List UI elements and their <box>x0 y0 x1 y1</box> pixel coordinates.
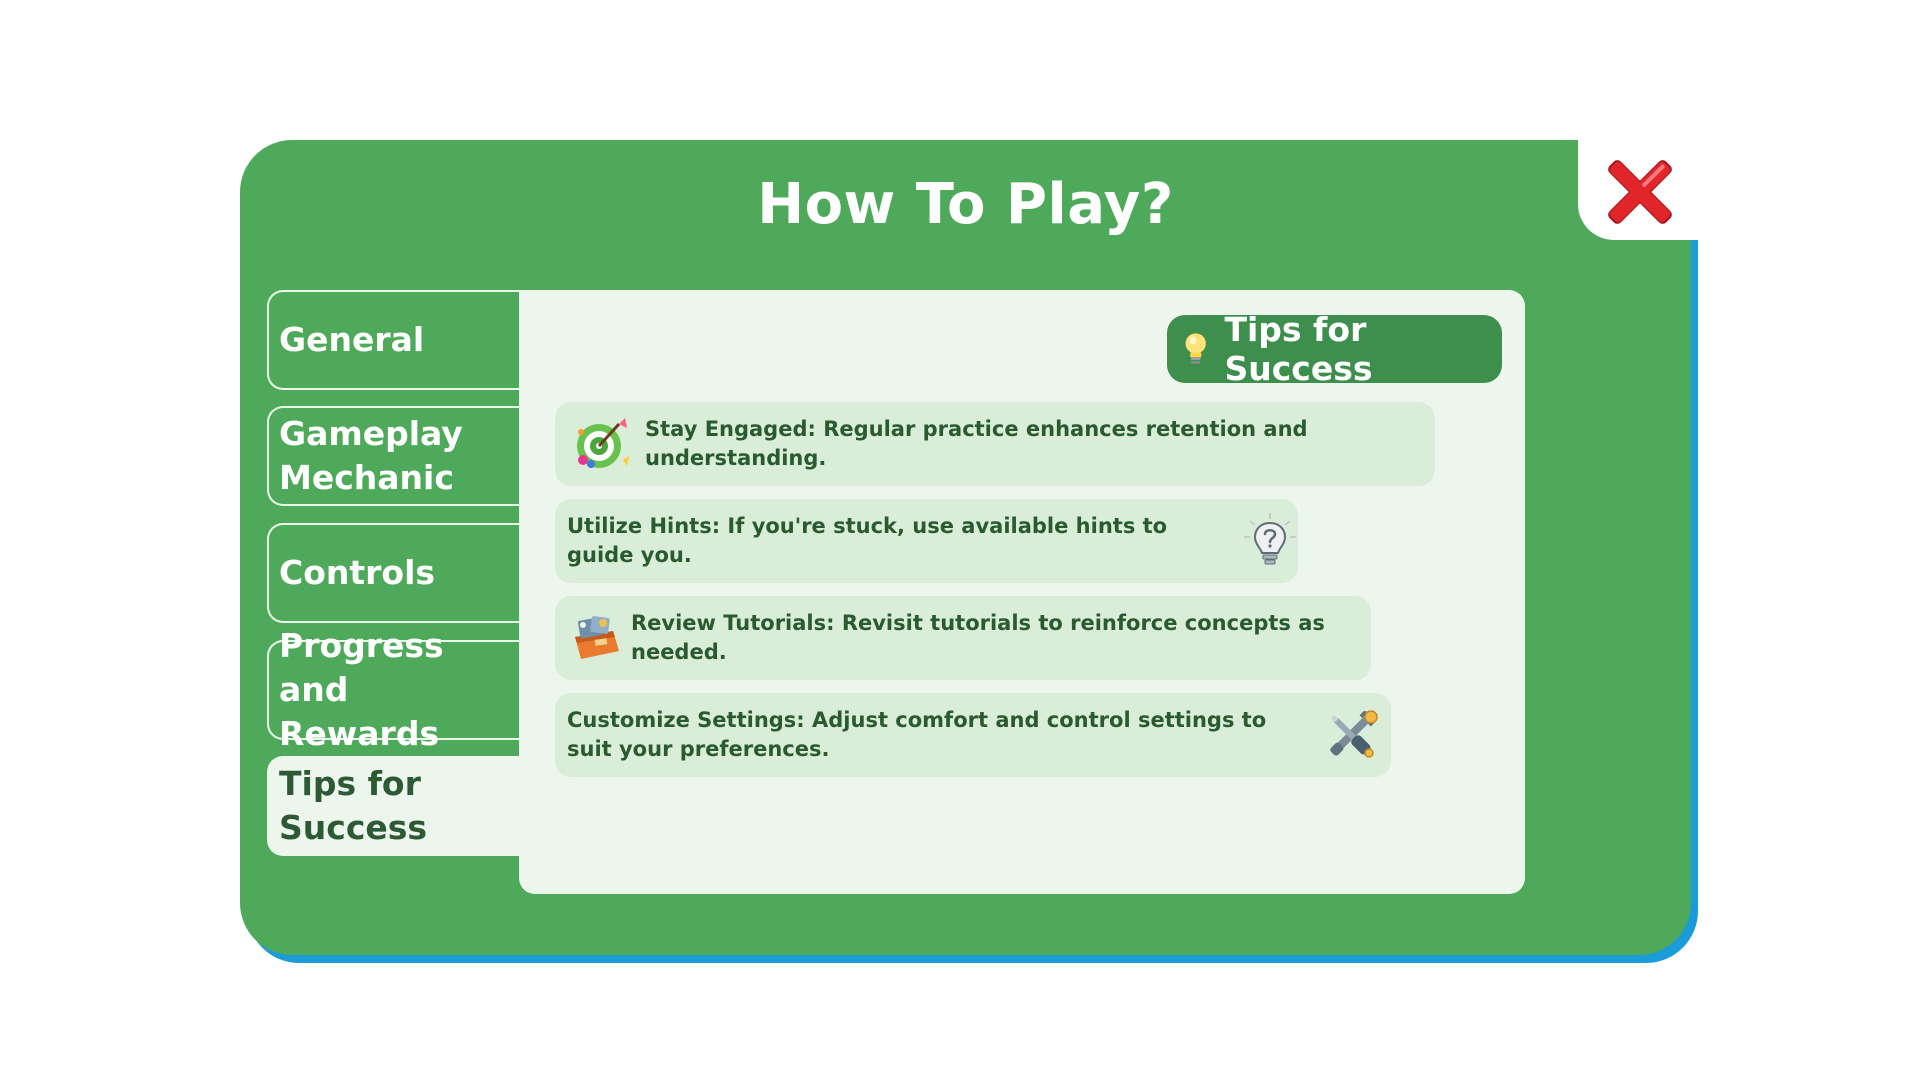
target-icon <box>577 418 629 468</box>
tip-text: Stay Engaged: Regular practice enhances … <box>645 417 1308 470</box>
tip-item-review-tutorials: Review Tutorials: Revisit tutorials to r… <box>555 596 1371 680</box>
tip-item-utilize-hints: Utilize Hints: If you're stuck, use avai… <box>555 499 1298 583</box>
section-header: Tips for Success <box>1167 310 1502 388</box>
tab-gameplay-mechanic[interactable]: Gameplay Mechanic <box>267 406 519 506</box>
tab-label: Controls <box>279 553 436 592</box>
close-icon[interactable] <box>1598 150 1682 234</box>
tab-label: General <box>279 320 425 359</box>
tab-controls[interactable]: Controls <box>267 523 519 623</box>
tab-progress-and-rewards[interactable]: Progress and Rewards <box>267 626 519 753</box>
tab-tips-for-success[interactable]: Tips for Success <box>267 756 519 856</box>
tab-label: Gameplay Mechanic <box>279 414 463 497</box>
tab-label: Tips for Success <box>279 764 428 847</box>
hint-bulb-icon <box>1244 513 1296 565</box>
tip-item-customize-settings: Customize Settings: Adjust comfort and c… <box>555 693 1391 777</box>
lightbulb-icon <box>1185 333 1206 364</box>
tools-icon <box>1330 710 1378 758</box>
tab-general[interactable]: General <box>267 290 519 390</box>
tutorial-box-icon <box>575 616 619 659</box>
tip-item-stay-engaged: Stay Engaged: Regular practice enhances … <box>555 402 1435 486</box>
dialog-title: How To Play? <box>757 172 1174 237</box>
tab-label: Progress and Rewards <box>279 626 444 753</box>
tip-text: Utilize Hints: If you're stuck, use avai… <box>567 514 1168 567</box>
tip-text: Review Tutorials: Revisit tutorials to r… <box>631 611 1325 664</box>
tip-text: Customize Settings: Adjust comfort and c… <box>567 708 1267 761</box>
section-header-label: Tips for Success <box>1224 310 1373 388</box>
